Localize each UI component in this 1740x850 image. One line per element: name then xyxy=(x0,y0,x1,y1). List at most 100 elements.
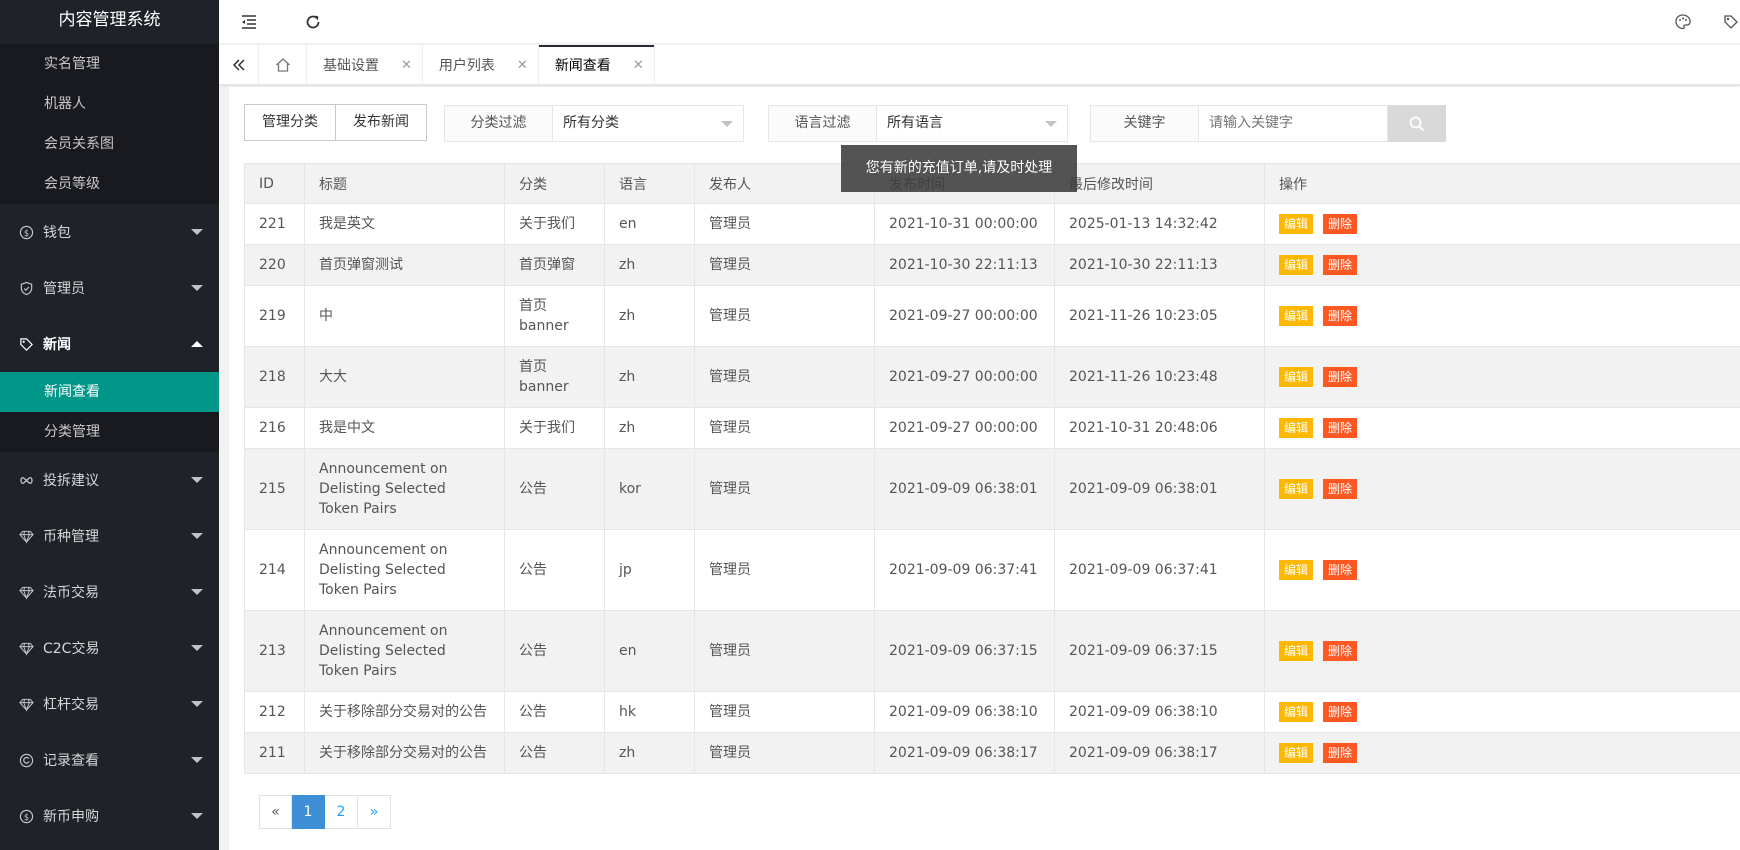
news-table: ID 标题 分类 语言 发布人 发布时间 最后修改时间 操作 221我是英文关于… xyxy=(244,163,1740,774)
delete-button[interactable]: 删除 xyxy=(1323,367,1358,387)
tag-icon[interactable] xyxy=(1719,10,1740,34)
chevron-down-icon xyxy=(191,229,203,235)
edit-button[interactable]: 编辑 xyxy=(1279,479,1314,499)
toolbar: 管理分类 发布新闻 分类过滤 所有分类 语言过滤 所有语言 关键字 xyxy=(244,104,1740,142)
category-filter-select[interactable]: 所有分类 xyxy=(553,106,743,141)
tabs-scroll-left-button[interactable] xyxy=(219,45,259,85)
close-icon[interactable]: ✕ xyxy=(401,58,412,73)
cell-author: 管理员 xyxy=(694,285,875,347)
page-tabs: 基础设置 ✕ 用户列表 ✕ 新闻查看 ✕ xyxy=(219,45,1740,85)
pagination-page-2[interactable]: 2 xyxy=(325,795,358,829)
delete-button[interactable]: 删除 xyxy=(1323,418,1358,438)
sidebar-subitem-category-manage[interactable]: 分类管理 xyxy=(0,412,219,452)
tab-basic-settings[interactable]: 基础设置 ✕ xyxy=(307,45,423,85)
cell-published: 2021-09-27 00:00:00 xyxy=(874,407,1055,449)
sidebar-item-new-coin-subscribe[interactable]: $ 新币申购 xyxy=(0,788,219,844)
sidebar-subitem-robot[interactable]: 机器人 xyxy=(0,84,219,124)
chevron-down-icon xyxy=(191,813,203,819)
cell-published: 2021-09-27 00:00:00 xyxy=(874,285,1055,347)
delete-button[interactable]: 删除 xyxy=(1323,214,1358,234)
edit-button[interactable]: 编辑 xyxy=(1279,743,1314,763)
diamond-icon xyxy=(18,584,34,600)
edit-button[interactable]: 编辑 xyxy=(1279,418,1314,438)
sidebar-item-c2c-trade[interactable]: C2C交易 xyxy=(0,620,219,676)
edit-button[interactable]: 编辑 xyxy=(1279,306,1314,326)
cell-modified: 2021-10-30 22:11:13 xyxy=(1054,244,1265,286)
cell-actions: 编辑 删除 xyxy=(1264,203,1740,245)
edit-button[interactable]: 编辑 xyxy=(1279,560,1314,580)
table-row: 216 我是中文 关于我们 zh 管理员 2021-09-27 00:00:00 2021-… xyxy=(244,407,1740,449)
sidebar-item-label: 币种管理 xyxy=(43,529,99,545)
table-row: 211 关于移除部分交易对的公告 公告 zh 管理员 2021-09-09 06:38:1… xyxy=(244,732,1740,774)
delete-button[interactable]: 删除 xyxy=(1323,641,1358,661)
cell-modified: 2021-10-31 20:48:06 xyxy=(1054,407,1265,449)
keyword-input[interactable] xyxy=(1199,106,1387,141)
tab-user-list[interactable]: 用户列表 ✕ xyxy=(423,45,539,85)
menu-fold-icon[interactable] xyxy=(237,10,261,34)
manage-category-button[interactable]: 管理分类 xyxy=(244,104,336,141)
caret-down-icon xyxy=(721,121,733,127)
publish-news-button[interactable]: 发布新闻 xyxy=(336,104,427,141)
delete-button[interactable]: 删除 xyxy=(1323,479,1358,499)
cell-lang: zh xyxy=(604,346,695,408)
sidebar-item-leverage-trade[interactable]: 杠杆交易 xyxy=(0,676,219,732)
cell-lang: zh xyxy=(604,732,695,774)
diamond-icon xyxy=(18,528,34,544)
chevron-down-icon xyxy=(191,285,203,291)
sidebar-item-label: 杠杆交易 xyxy=(43,697,99,713)
cell-author: 管理员 xyxy=(694,732,875,774)
sidebar-item-admin[interactable]: 管理员 xyxy=(0,260,219,316)
edit-button[interactable]: 编辑 xyxy=(1279,214,1314,234)
delete-button[interactable]: 删除 xyxy=(1323,306,1358,326)
delete-button[interactable]: 删除 xyxy=(1323,560,1358,580)
edit-button[interactable]: 编辑 xyxy=(1279,641,1314,661)
sidebar-item-fiat-trade[interactable]: 法币交易 xyxy=(0,564,219,620)
refresh-icon[interactable] xyxy=(301,10,325,34)
sidebar-subitem-member-level[interactable]: 会员等级 xyxy=(0,164,219,204)
pagination: « 1 2 » xyxy=(259,795,391,829)
sidebar-subitem-member-relation[interactable]: 会员关系图 xyxy=(0,124,219,164)
close-icon[interactable]: ✕ xyxy=(633,58,644,73)
tab-label: 新闻查看 xyxy=(554,58,611,74)
theme-palette-icon[interactable] xyxy=(1671,10,1695,34)
sidebar-item-records[interactable]: 记录查看 xyxy=(0,732,219,788)
language-filter-select[interactable]: 所有语言 xyxy=(877,106,1067,141)
sidebar-item-news[interactable]: 新闻 xyxy=(0,316,219,372)
pagination-next-button[interactable]: » xyxy=(358,795,391,829)
pagination-page-1[interactable]: 1 xyxy=(292,795,325,829)
sidebar-news-subitems: 新闻查看 分类管理 xyxy=(0,372,219,452)
delete-button[interactable]: 删除 xyxy=(1323,702,1358,722)
cell-id: 211 xyxy=(244,732,305,774)
cell-modified: 2021-09-09 06:38:10 xyxy=(1054,691,1265,733)
table-row: 212 关于移除部分交易对的公告 公告 hk 管理员 2021-09-09 06:38:1… xyxy=(244,691,1740,733)
pagination-prev-button[interactable]: « xyxy=(259,795,292,829)
sidebar-item-currency[interactable]: 币种管理 xyxy=(0,508,219,564)
column-header: 操作 xyxy=(1264,163,1740,204)
sidebar-subitem-news-view[interactable]: 新闻查看 xyxy=(0,372,219,412)
shield-check-icon xyxy=(18,280,34,296)
delete-button[interactable]: 删除 xyxy=(1323,743,1358,763)
diamond-icon xyxy=(18,696,34,712)
sidebar-subitem-realname[interactable]: 实名管理 xyxy=(0,44,219,84)
edit-button[interactable]: 编辑 xyxy=(1279,255,1314,275)
delete-button[interactable]: 删除 xyxy=(1323,255,1358,275)
cell-author: 管理员 xyxy=(694,244,875,286)
tab-home[interactable] xyxy=(259,45,307,85)
sidebar-item-feedback[interactable]: 投拆建议 xyxy=(0,452,219,508)
close-icon[interactable]: ✕ xyxy=(517,58,528,73)
cell-category: 首页 banner xyxy=(504,346,605,408)
edit-button[interactable]: 编辑 xyxy=(1279,367,1314,387)
tab-news-view[interactable]: 新闻查看 ✕ xyxy=(538,45,655,85)
cell-category: 首页弹窗 xyxy=(504,244,605,286)
table-row: 220 首页弹窗测试 首页弹窗 zh 管理员 2021-10-30 22:11:13 202… xyxy=(244,244,1740,286)
keyword-label: 关键字 xyxy=(1091,106,1199,141)
cell-id: 213 xyxy=(244,610,305,692)
diamond-icon xyxy=(18,640,34,656)
chevron-down-icon xyxy=(191,645,203,651)
sidebar-item-wallet[interactable]: $ 钱包 xyxy=(0,204,219,260)
search-button[interactable] xyxy=(1388,105,1446,142)
cell-actions: 编辑 删除 xyxy=(1264,529,1740,611)
edit-button[interactable]: 编辑 xyxy=(1279,702,1314,722)
keyword-filter: 关键字 xyxy=(1090,105,1388,142)
cell-category: 关于我们 xyxy=(504,407,605,449)
